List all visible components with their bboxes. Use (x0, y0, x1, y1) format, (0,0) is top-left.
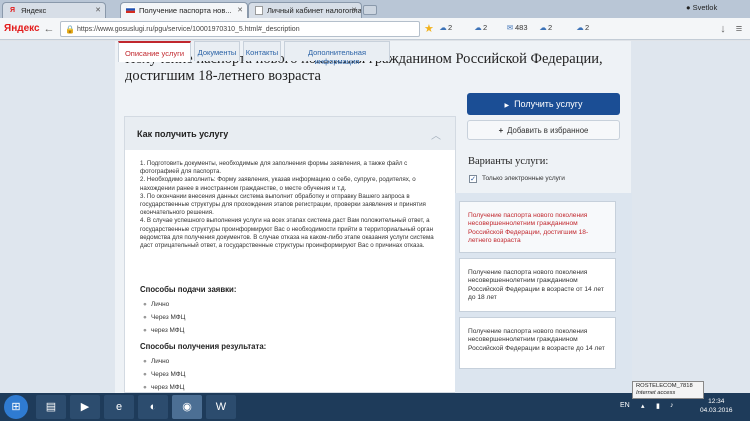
explorer-icon[interactable]: ▤ (36, 395, 66, 419)
add-favorite-button[interactable]: + Добавить в избранное (467, 120, 620, 140)
cloud-icon: ☁ (539, 23, 547, 32)
weather-widget[interactable]: ☁2 (575, 23, 589, 32)
back-arrow-icon[interactable]: ← (42, 22, 56, 36)
description-panel: Как получить услугу ︿ 1. Подготовить док… (124, 116, 456, 393)
firefox-icon[interactable]: ◉ (172, 395, 202, 419)
mail-widget[interactable]: ✉ 483 (505, 23, 528, 32)
step-text: 2. Необходимо заполнить: Форму заявления… (140, 176, 416, 192)
tab-documents[interactable]: Документы (194, 41, 240, 61)
close-icon[interactable]: ✕ (237, 6, 243, 14)
variants-title: Варианты услуги: (468, 156, 549, 167)
browser-tab-label: Получение паспорта нов... (139, 6, 232, 15)
network-tooltip: ROSTELECOM_7818 Internet access (632, 381, 704, 399)
tab-additional-info[interactable]: Дополнительная информация (284, 41, 390, 66)
media-player-icon[interactable]: ▶ (70, 395, 100, 419)
weather-widget[interactable]: ☁2 (538, 23, 552, 32)
tab-contacts[interactable]: Контакты (243, 41, 281, 61)
cloud-icon: ☁ (474, 23, 482, 32)
windows-start-button[interactable]: ⊞ (4, 395, 28, 419)
result-methods-title: Способы получения результата: (140, 342, 267, 351)
tray-up-arrow-icon[interactable]: ▴ (641, 402, 645, 410)
list-item: ● через МФЦ (143, 327, 185, 334)
mail-icon: ✉ (506, 23, 514, 32)
weather-widget[interactable]: ☁2 (473, 23, 487, 32)
language-indicator[interactable]: EN (620, 402, 630, 409)
plus-icon: + (498, 126, 504, 135)
electronic-only-checkbox[interactable]: ✓ (469, 175, 477, 183)
browser-tab-passport[interactable]: Получение паспорта нов... ✕ (120, 2, 248, 18)
browser-brand-logo[interactable]: Яндекс (4, 23, 40, 34)
cloud-icon: ☁ (439, 23, 447, 32)
browser-nav-bar: Яндекс ← 🔒 https://www.gosuslugi.ru/pgu/… (0, 18, 750, 40)
address-bar[interactable]: 🔒 https://www.gosuslugi.ru/pgu/service/1… (60, 21, 420, 37)
clock-date: 04.03.2016 (700, 407, 733, 414)
tooltip-status: Internet access (636, 390, 676, 396)
electronic-only-label[interactable]: Только электронные услуги (482, 175, 565, 182)
cloud-icon: ☁ (576, 23, 584, 32)
list-item: ● Лично (143, 301, 170, 308)
tooltip-network-name: ROSTELECOM_7818 (636, 383, 693, 389)
document-favicon-icon (254, 6, 263, 15)
weather-widget[interactable]: ☁2 (438, 23, 452, 32)
download-icon[interactable]: ↓ (716, 22, 730, 36)
submit-methods-title: Способы подачи заявки: (140, 285, 237, 294)
clock-time: 12:34 (708, 398, 725, 405)
bullet-icon: ● (143, 371, 147, 378)
variant-card-under-14[interactable]: Получение паспорта нового поколения несо… (459, 317, 616, 369)
new-tab-button[interactable] (363, 5, 377, 15)
step-text: 4. В случае успешного выполнения услуги … (140, 217, 434, 250)
browser-profile[interactable]: ● Svetlok (686, 3, 717, 12)
bullet-icon: ● (143, 327, 147, 334)
browser-tab-yandex[interactable]: Я Яндекс ✕ (2, 2, 106, 18)
web-page: Получение паспорта нового поколения граж… (0, 41, 750, 393)
lock-icon: 🔒 (65, 25, 75, 34)
russian-flag-icon (125, 5, 136, 15)
list-item: ● через МФЦ (143, 384, 185, 391)
word-icon[interactable]: W (206, 395, 236, 419)
variant-card-adult[interactable]: Получение паспорта нового поколения несо… (459, 201, 616, 253)
bullet-icon: ● (143, 314, 147, 321)
internet-explorer-icon[interactable]: e (104, 395, 134, 419)
address-bar-url: https://www.gosuslugi.ru/pgu/service/100… (77, 26, 300, 33)
browser-tab-tax-cabinet[interactable]: Личный кабинет налогопла... ✕ (248, 2, 362, 18)
step-text: 3. По окончании внесения данных система … (140, 192, 426, 217)
steps-list: 1. Подготовить документы, необходимые дл… (140, 160, 445, 250)
section-header[interactable]: Как получить услугу ︿ (125, 117, 455, 150)
bullet-icon: ● (143, 358, 147, 365)
close-icon[interactable]: ✕ (95, 6, 101, 14)
play-arrow-icon: ▶ (504, 103, 510, 109)
variant-card-14-18[interactable]: Получение паспорта нового поколения несо… (459, 258, 616, 312)
get-service-button[interactable]: ▶ Получить услугу (467, 93, 620, 115)
menu-icon[interactable]: ≡ (732, 22, 746, 36)
list-item: ● Лично (143, 358, 170, 365)
list-item: ● Через МФЦ (143, 371, 186, 378)
step-text: 1. Подготовить документы, необходимые дл… (140, 160, 408, 176)
bullet-icon: ● (143, 301, 147, 308)
close-icon[interactable]: ✕ (351, 6, 357, 14)
chevron-up-icon[interactable]: ︿ (431, 127, 441, 142)
user-icon: ● (686, 3, 691, 12)
tab-description[interactable]: Описание услуги (118, 41, 191, 62)
browser-tab-label: Личный кабинет налогопла... (267, 6, 362, 15)
section-title: Как получить услугу (137, 129, 229, 139)
list-item: ● Через МФЦ (143, 314, 186, 321)
system-clock[interactable]: 12:34 04.03.2016 (700, 397, 733, 415)
browser-tab-bar: Я Яндекс ✕ Получение паспорта нов... ✕ Л… (0, 0, 750, 18)
network-icon[interactable]: ▮ (656, 402, 660, 410)
volume-icon[interactable]: ♪ (670, 402, 674, 409)
yandex-favicon-icon: Я (9, 7, 16, 14)
bookmark-star-icon[interactable]: ★ (424, 22, 434, 35)
app-icon[interactable]: ◐ (138, 395, 168, 419)
browser-tab-label: Яндекс (21, 6, 47, 15)
bullet-icon: ● (143, 384, 147, 391)
